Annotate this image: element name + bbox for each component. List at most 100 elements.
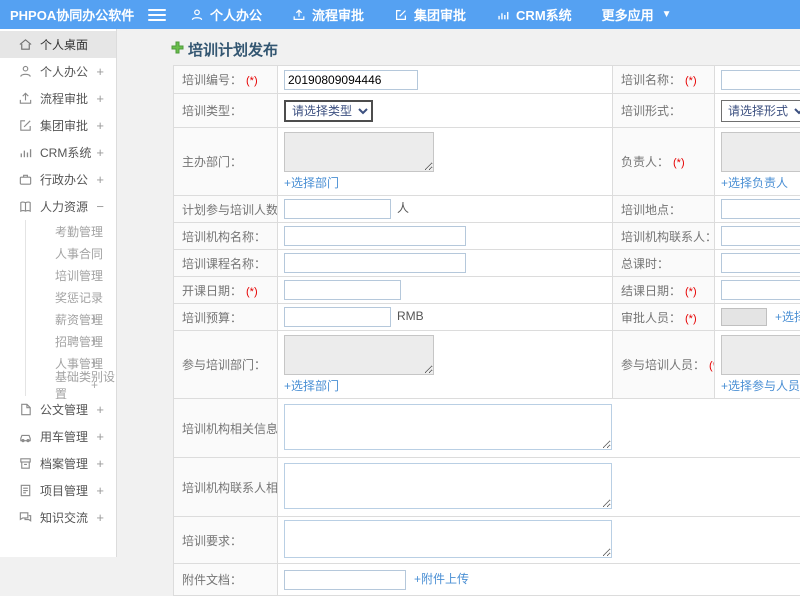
row-type-mode: 培训类型： 请选择类型 培训形式： 请选择形式 <box>174 94 800 128</box>
field-label: 培训要求： <box>182 534 242 548</box>
approver-box[interactable] <box>721 308 767 326</box>
sidebar-item-document-mgmt[interactable]: 公文管理 + <box>0 396 116 423</box>
training-name-input[interactable] <box>721 70 800 90</box>
sidebar-subitem-base-categories[interactable]: 基础类别设置 + <box>26 374 116 396</box>
sidebar-item-crm-system[interactable]: CRM系统 + <box>0 139 116 166</box>
nav-personal-office[interactable]: 个人办公 <box>190 5 262 24</box>
start-date-input[interactable] <box>284 280 401 300</box>
nav-group-approval[interactable]: 集团审批 <box>394 5 466 24</box>
budget-input[interactable] <box>284 307 391 327</box>
required-mark: (*) <box>685 75 697 87</box>
sidebar-item-archive-mgmt[interactable]: 档案管理 + <box>0 450 116 477</box>
menu-toggle-icon[interactable] <box>148 9 166 21</box>
user-icon <box>190 8 204 22</box>
home-icon <box>18 37 33 52</box>
sidebar-subitem-hr-contract[interactable]: 人事合同 <box>26 242 116 264</box>
required-mark: (*) <box>709 360 714 372</box>
row-startdate-enddate: 开课日期：(*) 结课日期：(*) <box>174 277 800 304</box>
org-contact-input[interactable] <box>721 226 800 246</box>
expand-plus-icon[interactable]: + <box>96 145 104 160</box>
course-name-input[interactable] <box>284 253 466 273</box>
training-mode-select[interactable]: 请选择形式 <box>721 100 800 122</box>
select-join-people-link[interactable]: +选择参与人员 <box>721 377 800 394</box>
collapse-minus-icon[interactable]: − <box>96 199 104 214</box>
training-type-select[interactable]: 请选择类型 <box>284 100 373 122</box>
row-budget-approver: 培训预算： RMB 审批人员：(*) +选择审批人员 <box>174 304 800 331</box>
required-mark: (*) <box>246 286 258 298</box>
join-people-textarea[interactable] <box>721 335 800 375</box>
attachment-upload-link[interactable]: +附件上传 <box>414 572 469 586</box>
expand-plus-icon[interactable]: + <box>91 312 98 326</box>
sidebar-item-personal-office[interactable]: 个人办公 + <box>0 58 116 85</box>
project-icon <box>18 483 33 498</box>
field-label: 培训机构联系人相关信息： <box>182 481 278 495</box>
sidebar-item-personal-desktop[interactable]: 个人桌面 <box>0 31 116 58</box>
expand-plus-icon[interactable]: + <box>96 510 104 525</box>
sidebar-item-admin-office[interactable]: 行政办公 + <box>0 166 116 193</box>
host-dept-textarea[interactable] <box>284 132 434 172</box>
select-join-dept-link[interactable]: +选择部门 <box>284 377 606 394</box>
required-mark: (*) <box>246 75 258 87</box>
location-input[interactable] <box>721 199 800 219</box>
join-dept-textarea[interactable] <box>284 335 434 375</box>
field-label: 培训机构相关信息： <box>182 422 278 436</box>
unit-label: 人 <box>397 201 409 215</box>
org-contact-info-textarea[interactable] <box>284 463 612 509</box>
requirements-textarea[interactable] <box>284 520 612 558</box>
bar-chart-icon <box>18 145 33 160</box>
sidebar-item-process-approval[interactable]: 流程审批 + <box>0 85 116 112</box>
expand-plus-icon[interactable]: + <box>96 402 104 417</box>
nav-more-apps[interactable]: 更多应用 ▼ <box>602 5 672 24</box>
select-leader-link[interactable]: +选择负责人 <box>721 174 800 191</box>
app-header: PHPOA协同办公软件 个人办公 流程审批 集团审批 CRM系统 <box>0 0 800 29</box>
leader-textarea[interactable] <box>721 132 800 172</box>
chat-icon <box>18 510 33 525</box>
expand-plus-icon[interactable]: + <box>96 91 104 106</box>
page-header: 培训计划发布 <box>171 39 278 60</box>
expand-plus-icon[interactable]: + <box>96 483 104 498</box>
org-name-input[interactable] <box>284 226 466 246</box>
required-mark: (*) <box>685 286 697 298</box>
edit-icon <box>18 118 33 133</box>
expand-plus-icon[interactable]: + <box>96 172 104 187</box>
sidebar-item-knowledge-exchange[interactable]: 知识交流 + <box>0 504 116 531</box>
total-hours-input[interactable] <box>721 253 800 273</box>
expand-plus-icon[interactable]: + <box>91 378 98 392</box>
row-orgname-orgcontact: 培训机构名称： 培训机构联系人： <box>174 223 800 250</box>
end-date-input[interactable] <box>721 280 800 300</box>
bar-chart-icon <box>496 8 510 22</box>
nav-crm-system[interactable]: CRM系统 <box>496 5 572 24</box>
training-plan-form: 培训编号：(*) 培训名称：(*) 培训类型： 请选择类型 培训形式： 请选择形… <box>173 65 800 596</box>
nav-process-approval[interactable]: 流程审批 <box>292 5 364 24</box>
row-requirements: 培训要求： <box>174 517 800 564</box>
expand-plus-icon[interactable]: + <box>96 64 104 79</box>
top-navigation: 个人办公 流程审批 集团审批 CRM系统 更多应用 ▼ <box>190 5 672 24</box>
sidebar-subitem-salary[interactable]: 薪资管理 + <box>26 308 116 330</box>
planned-count-input[interactable] <box>284 199 391 219</box>
training-number-input[interactable] <box>284 70 418 90</box>
field-label: 参与培训部门： <box>182 358 266 372</box>
expand-plus-icon[interactable]: + <box>96 456 104 471</box>
sidebar-subitem-training[interactable]: 培训管理 <box>26 264 116 286</box>
expand-plus-icon[interactable]: + <box>91 334 98 348</box>
sidebar-subitem-attendance[interactable]: 考勤管理 <box>26 220 116 242</box>
attachment-input[interactable] <box>284 570 406 590</box>
select-approver-link[interactable]: +选择审批人员 <box>775 310 800 324</box>
expand-plus-icon[interactable]: + <box>96 429 104 444</box>
sidebar-subitem-recruitment[interactable]: 招聘管理 + <box>26 330 116 352</box>
sidebar-item-group-approval[interactable]: 集团审批 + <box>0 112 116 139</box>
row-count-location: 计划参与培训人数：(*) 人 培训地点： <box>174 196 800 223</box>
car-icon <box>18 429 33 444</box>
sidebar-item-human-resources[interactable]: 人力资源 − <box>0 193 116 220</box>
field-label: 培训形式： <box>621 104 681 118</box>
select-dept-link[interactable]: +选择部门 <box>284 174 606 191</box>
expand-plus-icon[interactable]: + <box>96 118 104 133</box>
field-label: 主办部门： <box>182 155 242 169</box>
sidebar-subitem-rewards[interactable]: 奖惩记录 <box>26 286 116 308</box>
field-label: 审批人员： <box>621 311 681 325</box>
sidebar-item-project-mgmt[interactable]: 项目管理 + <box>0 477 116 504</box>
field-label: 培训机构名称： <box>182 230 266 244</box>
row-org-info: 培训机构相关信息： <box>174 399 800 458</box>
org-info-textarea[interactable] <box>284 404 612 450</box>
sidebar-item-vehicle-mgmt[interactable]: 用车管理 + <box>0 423 116 450</box>
